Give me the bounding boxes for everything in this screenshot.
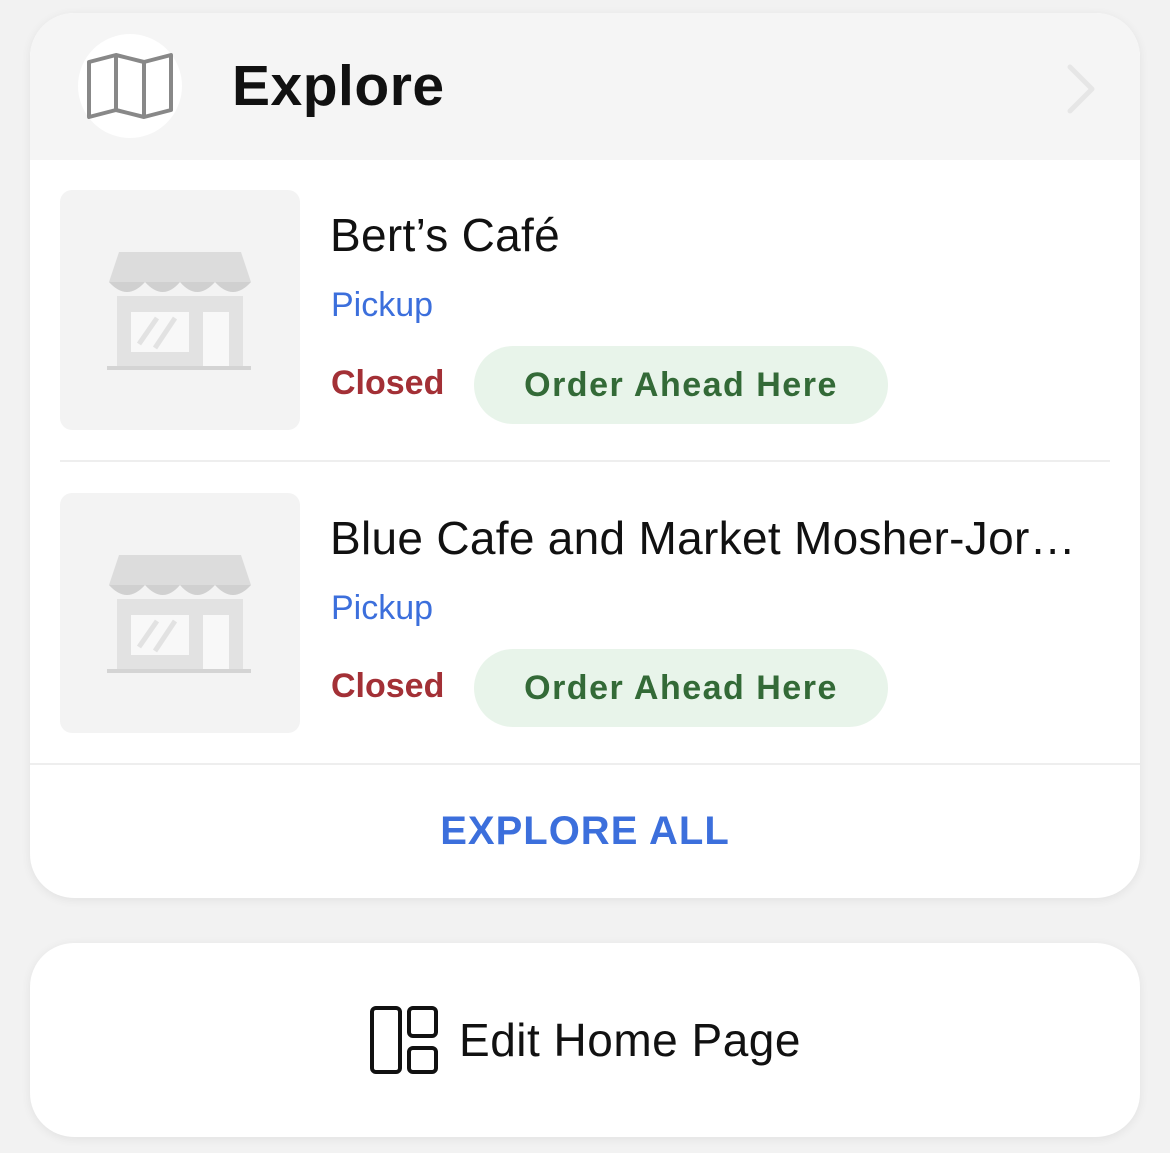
order-ahead-button[interactable]: Order Ahead Here — [474, 346, 888, 424]
explore-header[interactable]: Explore — [30, 13, 1140, 160]
storefront-icon — [107, 555, 251, 673]
store-row[interactable]: Bert’s Café Pickup Closed Order Ahead He… — [60, 190, 1110, 430]
store-row[interactable]: Blue Cafe and Market Mosher-Jor… Pickup … — [60, 493, 1110, 733]
divider — [60, 460, 1110, 462]
store-thumbnail — [60, 190, 300, 430]
store-name: Blue Cafe and Market Mosher-Jor… — [330, 512, 1076, 564]
explore-all-button[interactable]: EXPLORE ALL — [30, 765, 1140, 898]
status-badge: Closed — [331, 667, 445, 705]
layout-grid-icon — [370, 1006, 439, 1074]
map-icon-badge — [78, 34, 182, 138]
map-icon — [87, 53, 173, 119]
edit-home-card: Edit Home Page — [30, 943, 1140, 1137]
store-name: Bert’s Café — [330, 209, 560, 261]
chevron-right-icon[interactable] — [1062, 63, 1102, 115]
edit-home-label: Edit Home Page — [459, 1014, 801, 1066]
edit-home-page-button[interactable]: Edit Home Page — [30, 943, 1140, 1137]
order-mode: Pickup — [331, 286, 434, 324]
storefront-icon — [107, 252, 251, 370]
store-thumbnail — [60, 493, 300, 733]
page-title: Explore — [232, 54, 445, 118]
order-ahead-button[interactable]: Order Ahead Here — [474, 649, 888, 727]
order-mode: Pickup — [331, 589, 434, 627]
explore-card: Explore Bert’s Café Pickup Closed Order … — [30, 13, 1140, 898]
status-badge: Closed — [331, 364, 445, 402]
